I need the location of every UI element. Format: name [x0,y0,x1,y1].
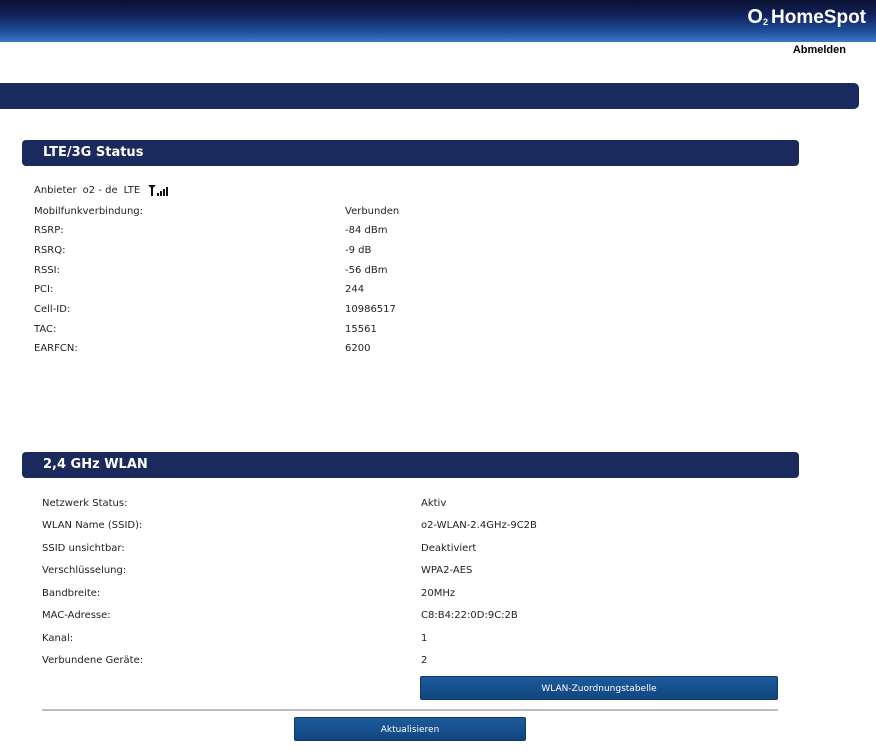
wlan-value: 20MHz [421,588,456,599]
lte-value: 6200 [345,343,371,354]
wlan-label: MAC-Adresse: [42,610,111,621]
wlan-value: WPA2-AES [421,565,473,576]
wlan-value: o2-WLAN-2.4GHz-9C2B [421,520,537,531]
logo-subscript: 2 [762,17,768,27]
lte-value: 244 [345,284,365,295]
wlan-label: SSID unsichtbar: [42,543,125,554]
wlan-label: Bandbreite: [42,588,101,599]
lte-label: TAC: [34,324,57,335]
wlan-value: Aktiv [421,498,447,509]
wlan-value: Deaktiviert [421,543,477,554]
divider [42,709,778,711]
navigation-bar [0,83,859,109]
o2-homespot-logo: O 2 HomeSpot [747,6,866,36]
wlan-value: 1 [421,633,428,644]
lte-value: -9 dB [345,245,372,256]
provider-name: o2 - de [82,184,118,196]
lte-label: Mobilfunkverbindung: [34,206,144,217]
wlan-label: Verschlüsselung: [42,565,127,576]
logo-name: HomeSpot [771,7,866,28]
wlan-value: C8:B4:22:0D:9C:2B [421,610,518,621]
lte-label: Cell-ID: [34,304,71,315]
wlan-value: 2 [421,655,428,666]
lte-value: Verbunden [345,206,400,217]
wlan-label: Kanal: [42,633,74,644]
wlan-label: Verbundene Geräte: [42,655,144,666]
lte-label: RSRQ: [34,245,66,256]
top-banner: O 2 HomeSpot [0,0,876,42]
lte-value: 10986517 [345,304,396,315]
wlan-label: Netzwerk Status: [42,498,128,509]
provider-label: Anbieter [34,184,77,196]
logo-o: O [747,6,763,28]
refresh-button[interactable]: Aktualisieren [294,717,526,741]
lte-label: EARFCN: [34,343,78,354]
logout-link[interactable]: Abmelden [793,44,846,56]
wlan-label: WLAN Name (SSID): [42,520,143,531]
signal-strength-icon [147,184,171,196]
network-type: LTE [123,184,141,196]
provider-row: Anbieter o2 - de LTE [34,184,177,200]
wlan-assignment-table-button[interactable]: WLAN-Zuordnungstabelle [420,676,778,700]
lte-status-header: LTE/3G Status [22,140,799,166]
lte-value: -84 dBm [345,225,388,236]
lte-label: PCI: [34,284,54,295]
lte-value: 15561 [345,324,377,335]
lte-label: RSRP: [34,225,64,236]
lte-label: RSSI: [34,265,60,276]
wlan-header: 2,4 GHz WLAN [22,452,799,478]
lte-value: -56 dBm [345,265,388,276]
